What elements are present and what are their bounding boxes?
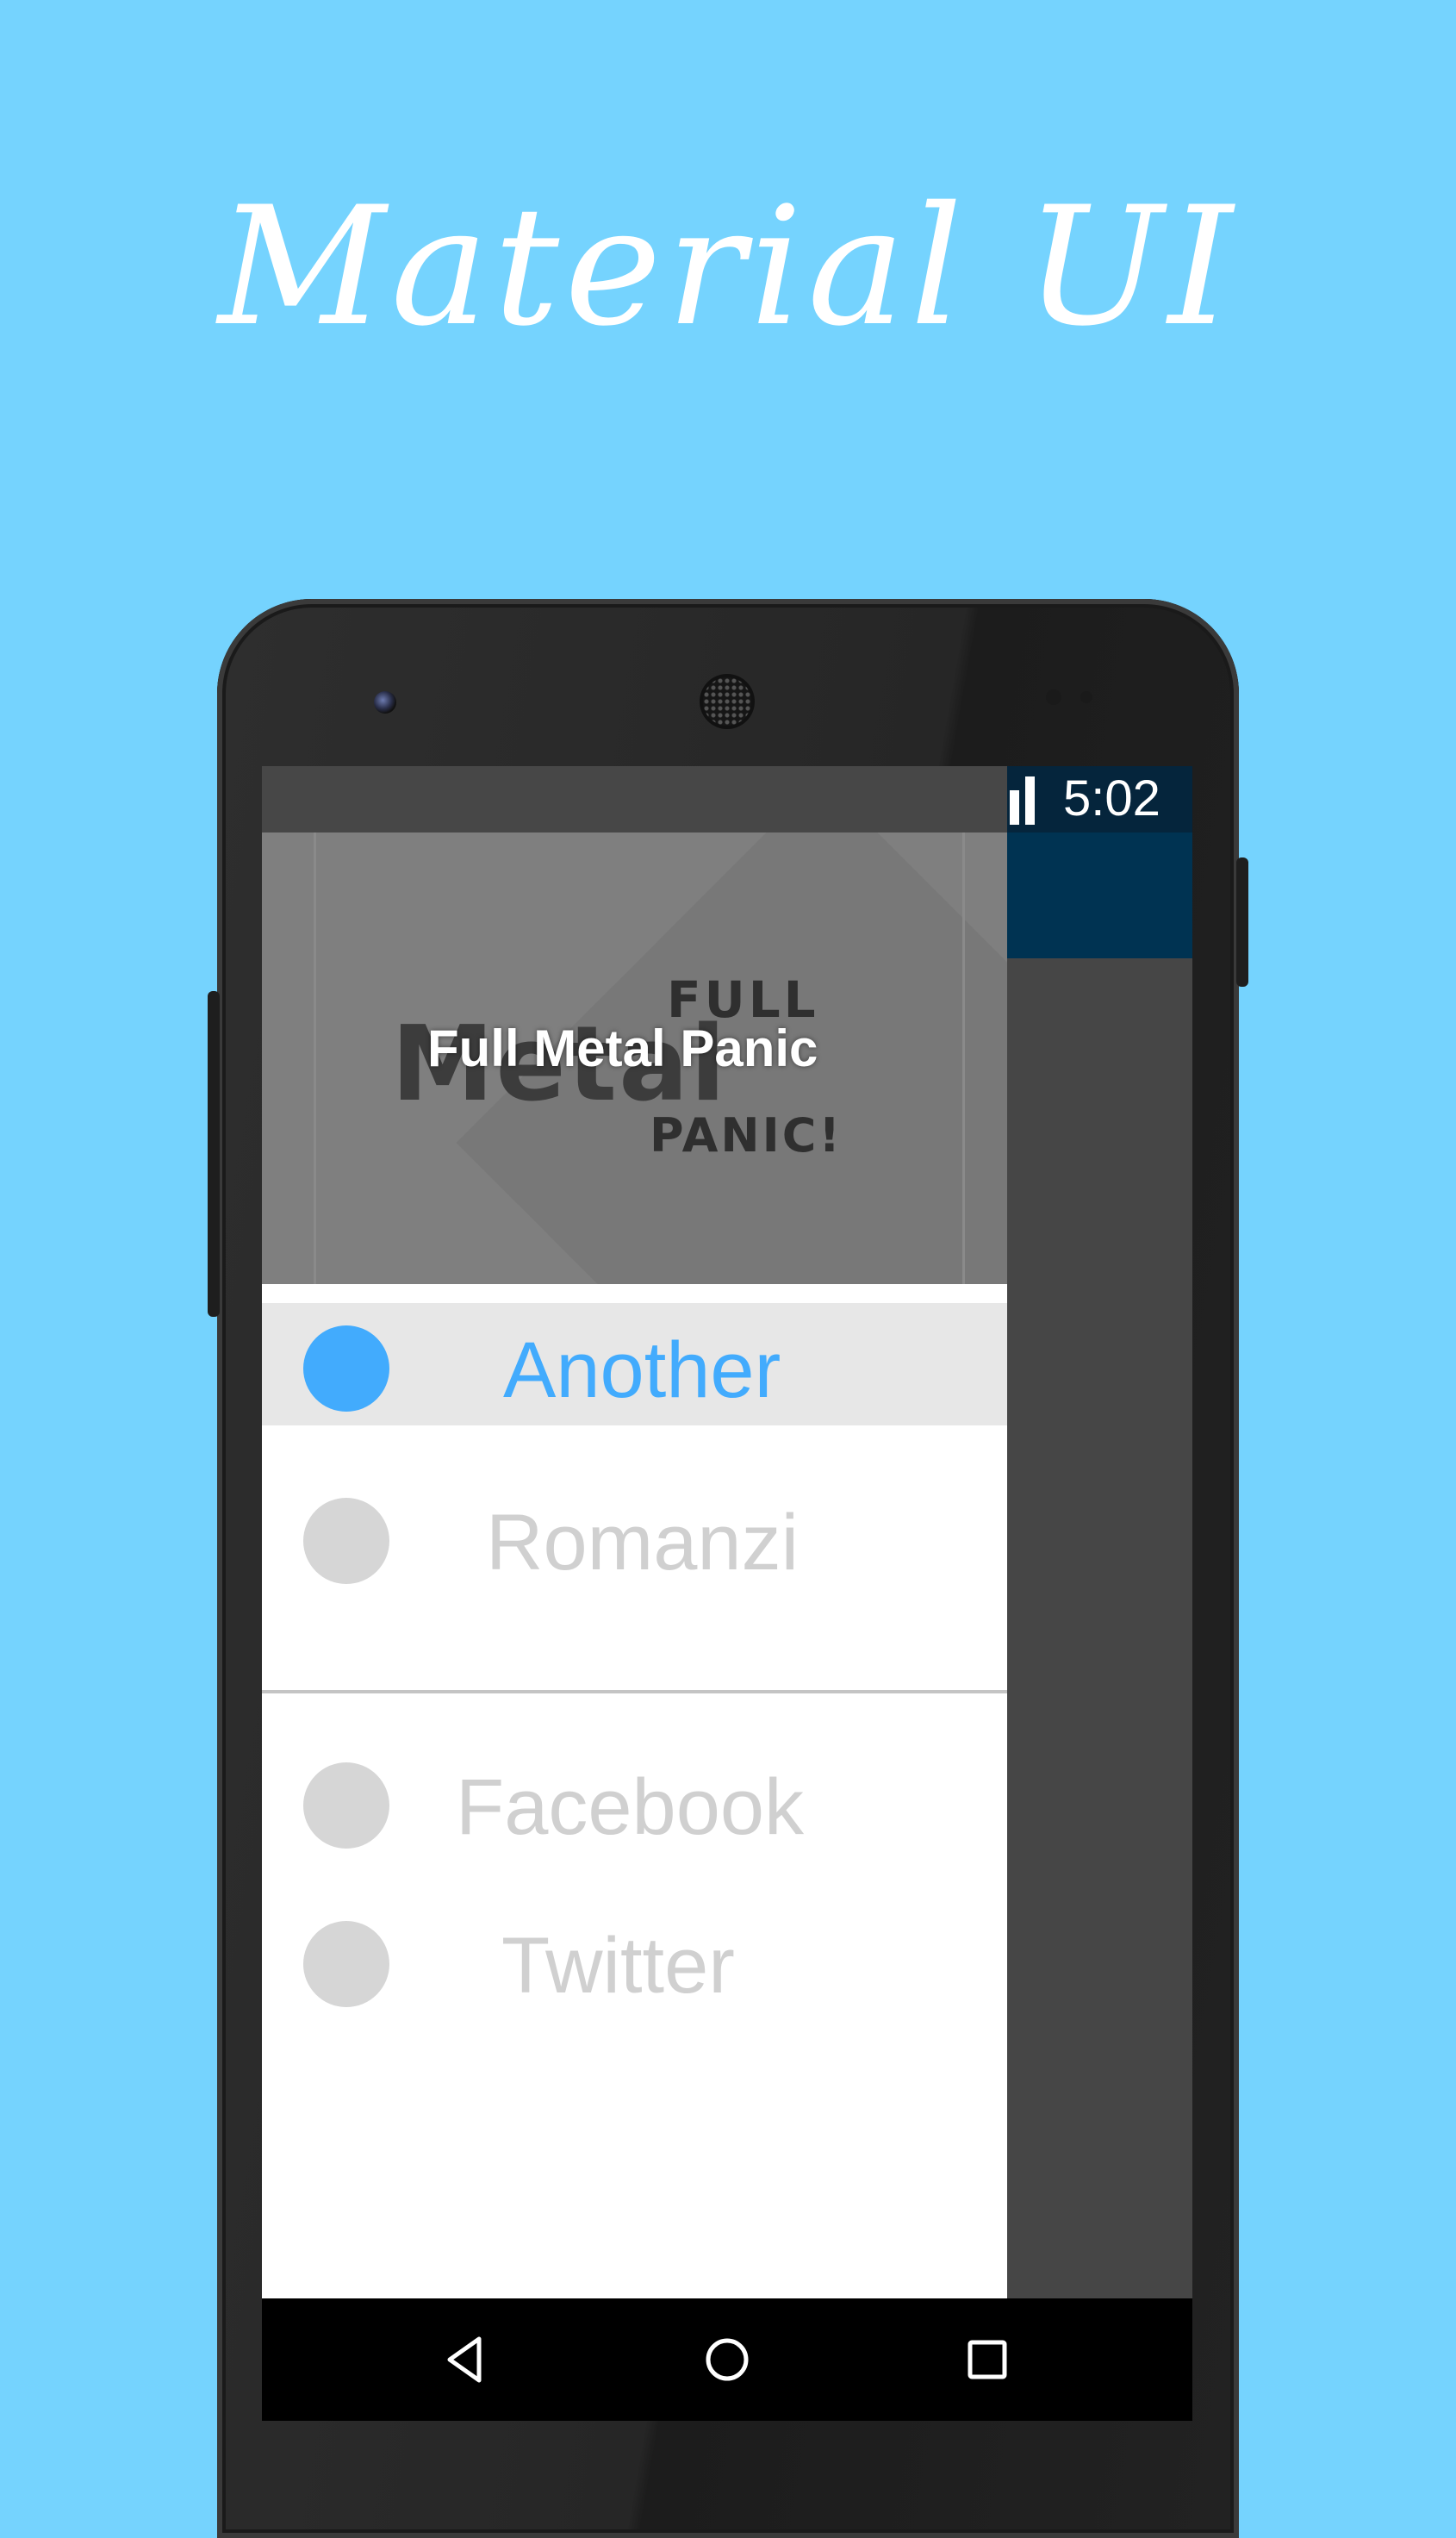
drawer-header: FULL Metal PANIC! Full Metal Panic — [262, 832, 1007, 1284]
logo-text-bottom: PANIC! — [650, 1108, 843, 1163]
navigation-drawer: FULL Metal PANIC! Full Metal Panic Anoth… — [262, 766, 1007, 2298]
headline: Material UI — [218, 171, 1238, 362]
menu-divider — [262, 1690, 1007, 1693]
home-icon[interactable] — [701, 2334, 753, 2385]
menu-item-twitter[interactable]: Twitter — [262, 1899, 1007, 2021]
drawer-header-title: Full Metal Panic — [427, 1020, 818, 1077]
recents-icon[interactable] — [961, 2334, 1013, 2385]
menu-item-romanzi[interactable]: Romanzi — [262, 1475, 1007, 1598]
menu-item-label: Another — [503, 1326, 781, 1414]
menu-item-facebook[interactable]: Facebook — [262, 1740, 1007, 1862]
menu-item-label: Romanzi — [486, 1499, 800, 1587]
drawer-status-scrim — [262, 766, 1007, 832]
light-sensor — [1080, 691, 1092, 703]
proximity-sensor — [1046, 689, 1061, 705]
menu-item-label: Twitter — [501, 1922, 735, 2010]
power-button — [1236, 857, 1248, 987]
earpiece-speaker — [703, 677, 751, 726]
app-toolbar — [1007, 832, 1192, 958]
phone-screen: 5:02 FULL Metal PANIC! Full Metal Panic … — [262, 766, 1192, 2421]
menu-item-dot-icon — [303, 1921, 389, 2007]
menu-item-another[interactable]: Another — [262, 1303, 1007, 1425]
menu-item-dot-icon — [303, 1325, 389, 1412]
back-icon[interactable] — [441, 2334, 493, 2385]
menu-item-dot-icon — [303, 1498, 389, 1584]
navigation-bar — [262, 2298, 1192, 2421]
front-camera — [374, 691, 396, 714]
menu-item-label: Facebook — [456, 1763, 805, 1851]
status-time: 5:02 — [1063, 770, 1160, 826]
menu-item-dot-icon — [303, 1762, 389, 1849]
volume-button — [208, 991, 220, 1317]
